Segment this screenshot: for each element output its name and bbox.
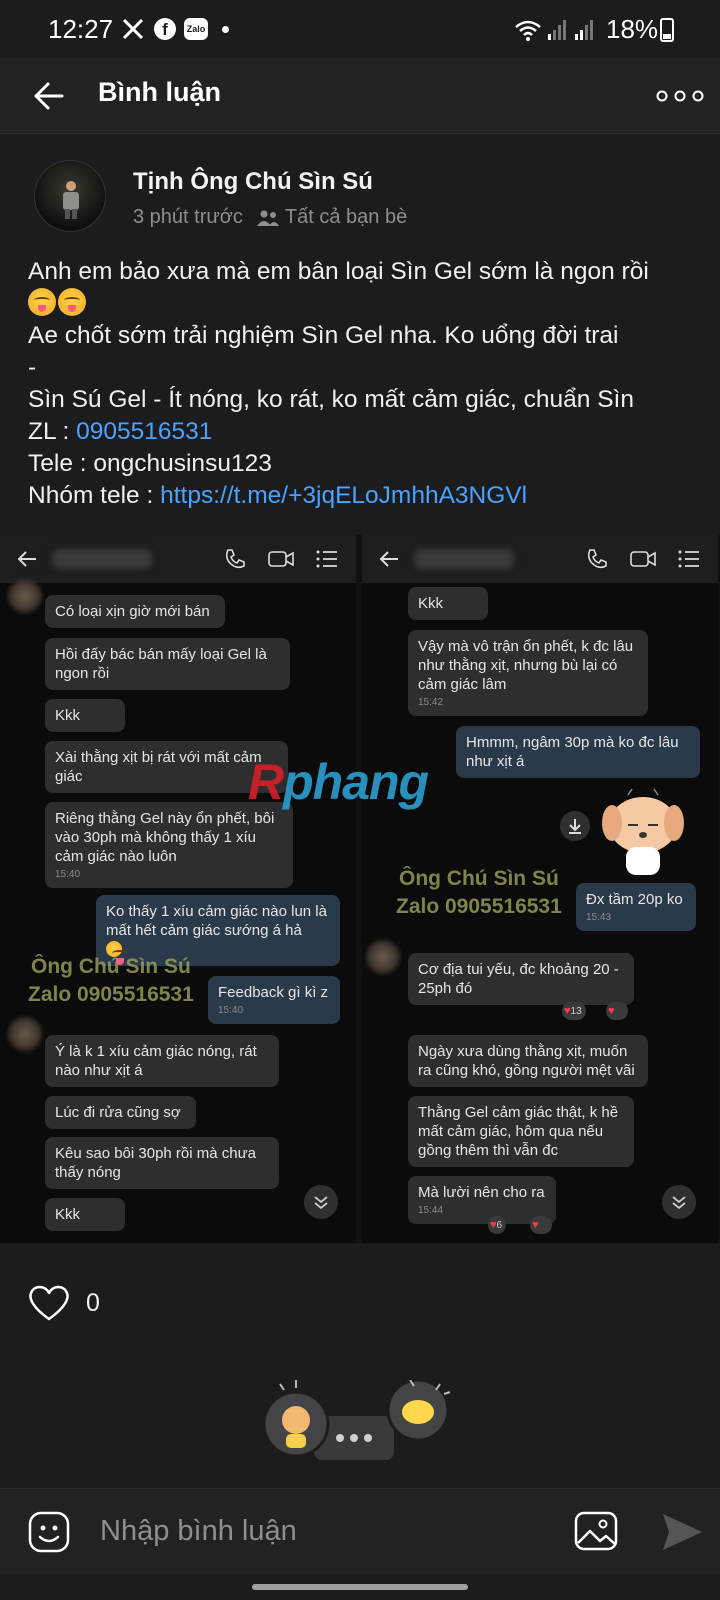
download-icon [560,811,590,841]
comment-bar [0,1488,720,1574]
post-line: Ae chốt sớm trải nghiệm Sìn Gel nha. Ko … [28,322,619,349]
watermark-text: Ông Chú Sìn Sú Zalo 0905516531 [396,867,562,918]
emoji-line [28,288,708,320]
phone-icon [587,549,607,569]
post-time: 3 phút trước [133,206,243,228]
wifi-icon [515,20,541,41]
contact-name-blurred [414,549,514,569]
yum-emoji-icon [28,288,56,316]
brand-watermark: Rphang [248,754,429,810]
chat-bubble: Lúc đi rửa cũng sợ [45,1096,196,1129]
video-call-icon [630,551,656,567]
chat-bubble: Cơ địa tui yếu, đc khoảng 20 - 25ph đó [408,953,634,1005]
chat-bubble-mine: Đx tầm 20p ko 15:43 [576,883,696,931]
contact-name-blurred [52,549,152,569]
list-icon [316,550,337,568]
post-image[interactable]: Có loại xịn giờ mới bán Hồi đấy bác bán … [0,535,720,1243]
post-line: - [28,354,37,381]
contact-avatar [8,579,42,613]
video-call-icon [268,551,294,567]
chat-bubble-mine: Hmmm, ngâm 30p mà ko đc lâu như xịt á [456,726,700,778]
back-arrow-icon [379,551,398,567]
chat-bubble: Thằng Gel cảm giác thật, k hề mất cảm gi… [408,1096,634,1167]
like-count: 0 [86,1288,100,1317]
facebook-icon: f [154,18,176,40]
battery-percent: 18% [606,14,659,44]
sticker-smile-icon[interactable] [28,1511,70,1553]
scroll-down-icon [304,1185,338,1219]
post-body: Anh em bảo xưa mà em bân loại Sìn Gel sớ… [28,256,708,512]
image-picker-icon[interactable] [574,1511,618,1551]
zalo-icon: Zalo [184,18,208,40]
chat-bubble-mine: Feedback gì kì z 15:40 [208,976,340,1024]
page-title: Bình luận [98,77,221,107]
heart-icon[interactable] [28,1284,70,1322]
top-app-bar: Bình luận [0,58,720,134]
phone-icon [225,549,245,569]
zalo-line: ZL : 0905516531 [28,418,213,445]
watermark-text: Ông Chú Sìn Sú Zalo 0905516531 [28,955,194,1006]
notification-dot-icon [222,26,229,33]
chat-bubble: Ý là k 1 xíu cảm giác nóng, rát nào như … [45,1035,279,1087]
chat-screenshot-left: Có loại xịn giờ mới bán Hồi đấy bác bán … [0,535,356,1243]
telegram-link[interactable]: https://t.me/+3jqELoJmhhA3NGVl [160,482,527,509]
chat-bubble: Hồi đấy bác bán mấy loại Gel là ngon rồi [45,638,290,690]
chat-bubble: Kkk [45,699,125,732]
scroll-down-icon [662,1185,696,1219]
send-icon[interactable] [660,1511,704,1553]
reaction-badge: ♥ [606,1002,628,1020]
chat-bubble: Riêng thằng Gel này ổn phết, bôi vào 30p… [45,802,293,888]
group-line: Nhóm tele : https://t.me/+3jqELoJmhhA3NG… [28,482,528,509]
contact-avatar [366,940,400,974]
chat-topbar [0,535,356,583]
author-name[interactable]: Tịnh Ông Chú Sìn Sú [133,168,373,196]
friends-icon [256,210,279,226]
chat-bubble: Kkk [408,587,488,620]
yum-emoji-icon [58,288,86,316]
chat-bubble: Kêu sao bôi 30ph rồi mà chưa thấy nóng [45,1137,279,1189]
x-icon [122,18,144,40]
reaction-badge: ♥6 [488,1216,507,1234]
chat-screenshot-right: Kkk Vậy mà vô trận ổn phết, k đc lâu như… [362,535,718,1243]
chat-bubble: Kkk [45,1198,125,1231]
chat-bubble: Ngày xưa dùng thằng xịt, muốn ra cũng kh… [408,1035,648,1087]
chat-topbar [362,535,718,583]
battery-icon [660,18,674,42]
status-bar: 12:27 f Zalo 18% [0,0,720,58]
system-nav-bar [0,1574,720,1600]
home-indicator[interactable] [252,1584,468,1590]
post-line: Anh em bảo xưa mà em bân loại Sìn Gel sớ… [28,258,649,285]
more-options-icon[interactable] [656,88,704,104]
reaction-badge: ♥ [530,1216,552,1234]
empty-comments-illustration [262,1380,451,1460]
contact-avatar [8,1017,42,1051]
phone-link[interactable]: 0905516531 [76,418,212,445]
back-arrow-icon[interactable] [30,76,70,116]
chat-bubble: Vậy mà vô trận ổn phết, k đc lâu như thằ… [408,630,648,716]
back-arrow-icon [17,551,36,567]
signal-icon [548,20,566,40]
status-time: 12:27 [48,14,114,44]
post-line: Tele : ongchusinsu123 [28,450,272,477]
chat-bubble: Có loại xịn giờ mới bán [45,595,225,628]
like-row: 0 [28,1284,100,1322]
dog-sticker [602,788,684,875]
post-line: Sìn Sú Gel - Ít nóng, ko rát, ko mất cảm… [28,386,634,413]
reaction-badge: ♥13 [562,1002,586,1020]
comment-input[interactable] [100,1515,520,1548]
author-avatar[interactable] [34,160,106,232]
avatar-person-image [63,181,79,219]
list-icon [678,550,699,568]
audience: Tất cả bạn bè [256,206,408,229]
post-meta: 3 phút trước Tất cả bạn bè [133,206,407,229]
signal-icon-2 [575,20,593,40]
audience-label: Tất cả bạn bè [284,206,408,228]
